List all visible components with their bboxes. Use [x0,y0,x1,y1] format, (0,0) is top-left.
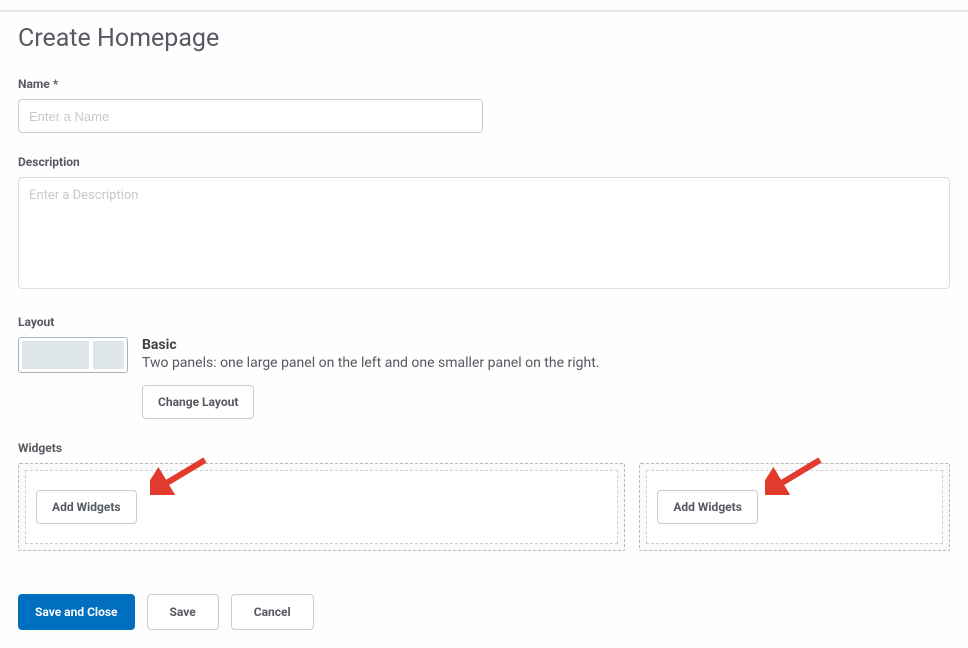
layout-preview-thumbnail[interactable] [18,337,128,373]
annotation-arrow-icon [765,457,825,495]
layout-preview-panel-small [93,341,124,369]
layout-description: Two panels: one large panel on the left … [142,355,950,371]
footer-actions: Save and Close Save Cancel [18,594,314,630]
widget-drop-area-right[interactable]: Add Widgets [646,470,943,544]
annotation-arrow-icon [150,457,210,495]
layout-section-label: Layout [18,315,950,329]
widgets-section-label: Widgets [18,441,950,455]
top-divider [0,10,968,12]
add-widgets-left-button[interactable]: Add Widgets [36,490,137,524]
description-input[interactable] [18,177,950,289]
layout-name: Basic [142,337,950,353]
name-field-group: Name * [18,77,950,133]
add-widgets-right-button[interactable]: Add Widgets [657,490,758,524]
layout-preview-panel-large [22,341,89,369]
name-label: Name * [18,77,950,91]
widget-zone-right: Add Widgets [639,463,950,551]
description-label: Description [18,155,950,169]
widget-drop-area-left[interactable]: Add Widgets [25,470,618,544]
save-and-close-button[interactable]: Save and Close [18,594,135,630]
layout-info: Basic Two panels: one large panel on the… [142,337,950,419]
description-field-group: Description [18,155,950,293]
name-input[interactable] [18,99,483,133]
widget-zone-left: Add Widgets [18,463,625,551]
page-title: Create Homepage [18,24,950,53]
cancel-button[interactable]: Cancel [231,594,314,630]
save-button[interactable]: Save [147,594,219,630]
change-layout-button[interactable]: Change Layout [142,385,254,419]
widgets-section: Widgets Add Widgets Add Widgets [18,441,950,551]
layout-section: Layout Basic Two panels: one large panel… [18,315,950,419]
